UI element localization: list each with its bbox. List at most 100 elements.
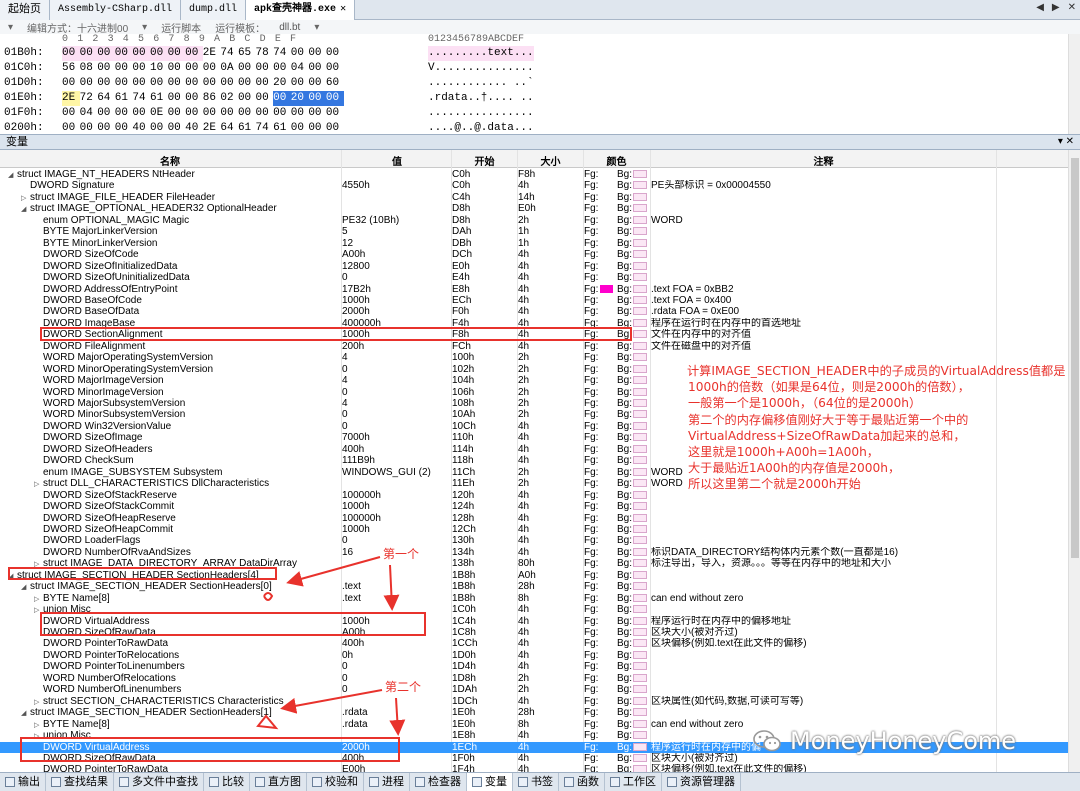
bg-color-swatch[interactable] bbox=[633, 295, 647, 304]
bg-color-swatch[interactable] bbox=[633, 387, 647, 396]
variable-row[interactable]: ◢ struct IMAGE_SECTION_HEADER SectionHead… bbox=[0, 707, 1068, 718]
bg-color-swatch[interactable] bbox=[633, 421, 647, 430]
fg-color-swatch[interactable] bbox=[600, 296, 613, 304]
bg-color-swatch[interactable] bbox=[633, 731, 647, 740]
fg-color-swatch[interactable] bbox=[600, 479, 613, 487]
bottom-tab[interactable]: 书签 bbox=[513, 773, 559, 791]
bg-color-swatch[interactable] bbox=[633, 685, 647, 694]
edit-mode-button[interactable]: 编辑方式：十六进制00 bbox=[27, 20, 128, 35]
fg-color-swatch[interactable] bbox=[600, 685, 613, 693]
bg-color-swatch[interactable] bbox=[633, 444, 647, 453]
hex-byte[interactable]: 74 bbox=[220, 46, 238, 61]
panel-close-icon[interactable]: ▾ ✕ bbox=[1058, 135, 1074, 149]
chevron-right-icon[interactable]: ▶ bbox=[1052, 2, 1060, 13]
fg-color-swatch[interactable] bbox=[600, 651, 613, 659]
hex-byte[interactable]: 00 bbox=[308, 61, 326, 76]
variable-row[interactable]: DWORD SizeOfHeapReserve 100000h 128h 4h Fg: B… bbox=[0, 513, 1068, 524]
hex-byte[interactable]: 00 bbox=[97, 61, 115, 76]
hex-bytes[interactable]: 00 00 00 00 00 00 00 00 00 00 00 00 20 00 00 60 bbox=[62, 76, 408, 91]
column-value[interactable]: 值 bbox=[342, 153, 452, 168]
hex-byte[interactable]: 78 bbox=[256, 46, 274, 61]
hex-byte[interactable]: 61 bbox=[115, 91, 133, 106]
variable-row[interactable]: ◢ struct IMAGE_NT_HEADERS NtHeader C0h F8h F… bbox=[0, 169, 1068, 180]
fg-color-swatch[interactable] bbox=[600, 639, 613, 647]
fg-color-swatch[interactable] bbox=[600, 342, 613, 350]
hex-byte[interactable]: 00 bbox=[308, 91, 326, 106]
bg-color-swatch[interactable] bbox=[633, 582, 647, 591]
bottom-tab[interactable]: 函数 bbox=[559, 773, 605, 791]
hex-byte[interactable]: 86 bbox=[203, 91, 221, 106]
hex-byte[interactable]: 00 bbox=[273, 61, 291, 76]
fg-color-swatch[interactable] bbox=[600, 514, 613, 522]
fg-color-swatch[interactable] bbox=[600, 181, 613, 189]
bg-color-swatch[interactable] bbox=[633, 765, 647, 772]
fg-color-swatch[interactable] bbox=[600, 399, 613, 407]
hex-byte[interactable]: 00 bbox=[167, 46, 186, 61]
fg-color-swatch[interactable] bbox=[600, 674, 613, 682]
fg-color-swatch[interactable] bbox=[600, 445, 613, 453]
column-name[interactable]: 名称 bbox=[0, 153, 340, 168]
hex-byte[interactable]: 2E bbox=[62, 91, 80, 106]
fg-color-swatch[interactable] bbox=[600, 353, 613, 361]
bg-color-swatch[interactable] bbox=[633, 753, 647, 762]
variable-row[interactable]: DWORD CheckSum 111B9h 118h 4h Fg: Bg: bbox=[0, 455, 1068, 466]
hex-byte[interactable]: 00 bbox=[256, 61, 274, 76]
hex-byte[interactable]: 00 bbox=[132, 46, 150, 61]
fg-color-swatch[interactable] bbox=[600, 204, 613, 212]
bottom-tab[interactable]: 工作区 bbox=[605, 773, 662, 791]
variable-row[interactable]: ▷ struct SECTION_CHARACTERISTICS Characte… bbox=[0, 696, 1068, 707]
variable-row[interactable]: DWORD FileAlignment 200h FCh 4h Fg: Bg: 文件在磁盘中… bbox=[0, 341, 1068, 352]
bg-color-swatch[interactable] bbox=[633, 227, 647, 236]
hex-byte[interactable]: 61 bbox=[150, 91, 168, 106]
hex-bytes[interactable]: 2E 72 64 61 74 61 00 00 86 02 00 00 00 20 00 00 bbox=[62, 91, 408, 106]
hex-byte[interactable]: 00 bbox=[114, 46, 133, 61]
variable-row[interactable]: DWORD BaseOfData 2000h F0h 4h Fg: Bg: .rdata F… bbox=[0, 306, 1068, 317]
variable-row[interactable]: WORD NumberOfLinenumbers 0 1DAh 2h Fg: Bg: bbox=[0, 684, 1068, 695]
variable-row[interactable]: DWORD SizeOfStackReserve 100000h 120h 4h Fg:… bbox=[0, 490, 1068, 501]
hex-byte[interactable]: 00 bbox=[273, 91, 291, 106]
variable-row[interactable]: ◢ struct IMAGE_SECTION_HEADER SectionHead… bbox=[0, 581, 1068, 592]
hex-byte[interactable]: 04 bbox=[291, 61, 309, 76]
fg-color-swatch[interactable] bbox=[600, 239, 613, 247]
hex-byte[interactable]: 20 bbox=[290, 91, 309, 106]
hex-byte[interactable]: 64 bbox=[97, 91, 115, 106]
file-tab[interactable]: apk查壳神器.exe ✕ bbox=[246, 0, 356, 20]
variable-row[interactable]: DWORD AddressOfEntryPoint 17B2h E8h 4h Fg: Bg… bbox=[0, 284, 1068, 295]
bottom-tab[interactable]: 资源管理器 bbox=[662, 773, 741, 791]
bg-color-swatch[interactable] bbox=[633, 318, 647, 327]
hex-byte[interactable]: 00 bbox=[238, 106, 256, 121]
fg-color-swatch[interactable] bbox=[600, 594, 613, 602]
hex-byte[interactable]: 00 bbox=[80, 76, 98, 91]
hex-byte[interactable]: 2E bbox=[203, 46, 221, 61]
hex-row[interactable]: 01B0h: 00 00 00 00 00 00 00 00 2E 74 65 78 74 00 00 00..… bbox=[0, 46, 1080, 61]
variable-row[interactable]: BYTE MinorLinkerVersion 12 DBh 1h Fg: Bg: bbox=[0, 238, 1068, 249]
hex-byte[interactable]: 00 bbox=[325, 91, 344, 106]
bg-color-swatch[interactable] bbox=[633, 559, 647, 568]
hex-byte[interactable]: 00 bbox=[168, 91, 186, 106]
hex-byte[interactable]: 00 bbox=[256, 91, 274, 106]
bg-color-swatch[interactable] bbox=[633, 364, 647, 373]
hex-ascii[interactable]: ............ ..` bbox=[428, 76, 534, 91]
fg-color-swatch[interactable] bbox=[600, 605, 613, 613]
hex-byte[interactable]: 00 bbox=[308, 46, 326, 61]
variable-row[interactable]: DWORD Signature 4550h C0h 4h Fg: Bg: PE头部标识 = … bbox=[0, 180, 1068, 191]
hex-row[interactable]: 01C0h: 56 08 00 00 00 10 00 00 00 0A 00 00 00 04 00 00 V.… bbox=[0, 61, 1080, 76]
bg-color-swatch[interactable] bbox=[633, 502, 647, 511]
fg-color-swatch[interactable] bbox=[600, 433, 613, 441]
hex-byte[interactable]: 00 bbox=[203, 61, 221, 76]
hex-byte[interactable]: 08 bbox=[80, 61, 98, 76]
hex-row[interactable]: 01F0h: 00 04 00 00 00 0E 00 00 00 00 00 00 00 00 00 00..… bbox=[0, 106, 1080, 121]
fg-color-swatch[interactable] bbox=[600, 376, 613, 384]
hex-byte[interactable]: 00 bbox=[308, 106, 326, 121]
hex-byte[interactable]: 00 bbox=[115, 76, 133, 91]
fg-color-swatch[interactable] bbox=[600, 410, 613, 418]
hex-byte[interactable]: 00 bbox=[326, 46, 344, 61]
variable-row[interactable]: ▷ BYTE Name[8] .text 1B8h 8h Fg: Bg: can end wi… bbox=[0, 593, 1068, 604]
hex-byte[interactable]: 00 bbox=[238, 61, 256, 76]
variable-row[interactable]: DWORD PointerToLinenumbers 0 1D4h 4h Fg: Bg: bbox=[0, 661, 1068, 672]
bg-color-swatch[interactable] bbox=[633, 524, 647, 533]
chevron-down-icon[interactable]: ▾ bbox=[314, 22, 319, 33]
bg-color-swatch[interactable] bbox=[633, 570, 647, 579]
bg-color-swatch[interactable] bbox=[633, 261, 647, 270]
variable-row[interactable]: DWORD SizeOfStackCommit 1000h 124h 4h Fg: Bg: bbox=[0, 501, 1068, 512]
